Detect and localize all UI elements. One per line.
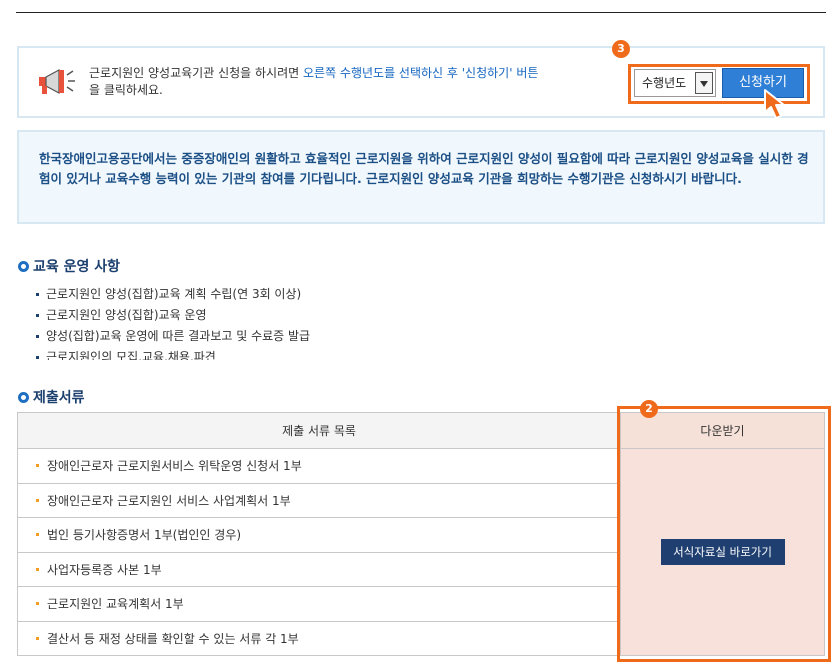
program-info-text: 한국장애인고용공단에서는 중증장애인의 원활하고 효율적인 근로지원을 위하여 … <box>39 151 809 186</box>
document-cell: 장애인근로자 근로지원서비스 위탁운영 신청서 1부 <box>17 448 621 484</box>
bullet-dot-icon <box>36 636 39 640</box>
list-item: 근로지원인 양성(집합)교육 계획 수립(연 3회 이상) <box>36 284 636 305</box>
bullet-dot-icon <box>36 602 39 606</box>
table-header-row: 제출 서류 목록 다운받기 <box>17 412 825 449</box>
program-info-box: 한국장애인고용공단에서는 중증장애인의 원활하고 효율적인 근로지원을 위하여 … <box>17 130 825 224</box>
year-select-value: 수행년도 <box>642 76 687 90</box>
ring-bullet-icon <box>18 261 29 272</box>
cursor-arrow-icon <box>764 89 785 119</box>
section-title-documents: 제출서류 <box>18 387 85 407</box>
list-item: 양성(집합)교육 운영에 따른 결과보고 및 수료증 발급 <box>36 326 636 347</box>
document-cell: 사업자등록증 사본 1부 <box>17 551 621 587</box>
bullet-dot-icon <box>36 533 39 537</box>
megaphone-icon <box>39 68 75 95</box>
column-header-list: 제출 서류 목록 <box>17 412 621 449</box>
document-name: 장애인근로자 근로지원인 서비스 사업계획서 1부 <box>47 493 291 508</box>
section-title-operation-text: 교육 운영 사항 <box>33 259 121 275</box>
document-cell: 근로지원인 교육계획서 1부 <box>17 586 621 622</box>
document-name: 결산서 등 재정 상태를 확인할 수 있는 서류 각 1부 <box>47 631 299 646</box>
document-name: 사업자등록증 사본 1부 <box>47 562 162 577</box>
notice-message: 근로지원인 양성교육기관 신청을 하시려면 오른쪽 수행년도를 선택하신 후 '… <box>89 65 549 99</box>
operation-list: 근로지원인 양성(집합)교육 계획 수립(연 3회 이상) 근로지원인 양성(집… <box>36 284 636 360</box>
column-header-download: 다운받기 <box>620 412 825 449</box>
list-item: 근로지원인 양성(집합)교육 운영 <box>36 305 636 326</box>
document-cell: 법인 등기사항증명서 1부(법인인 경우) <box>17 517 621 553</box>
document-cell: 장애인근로자 근로지원인 서비스 사업계획서 1부 <box>17 482 621 518</box>
document-name: 장애인근로자 근로지원서비스 위탁운영 신청서 1부 <box>47 459 302 474</box>
section-title-operation: 교육 운영 사항 <box>18 256 120 276</box>
list-item: 근로지원인의 모집,교육,채용,파견 <box>36 347 636 360</box>
section-title-documents-text: 제출서류 <box>33 390 85 406</box>
bullet-dot-icon <box>36 567 39 571</box>
step-marker-2: 2 <box>640 400 658 418</box>
step-marker-3: 3 <box>612 40 630 58</box>
bullet-dot-icon <box>36 498 39 502</box>
download-cell: 서식자료실 바로가기 <box>620 448 825 656</box>
notice-highlight: 오른쪽 수행년도를 선택하신 후 '신청하기' 버튼 <box>302 66 539 80</box>
notice-text-after: 을 클릭하세요. <box>89 83 163 97</box>
documents-table: 제출 서류 목록 다운받기 장애인근로자 근로지원서비스 위탁운영 신청서 1부… <box>17 412 825 656</box>
top-divider <box>16 12 826 13</box>
table-row: 장애인근로자 근로지원서비스 위탁운영 신청서 1부 서식자료실 바로가기 <box>17 448 825 656</box>
ring-bullet-icon <box>18 392 29 403</box>
dropdown-arrow-icon[interactable] <box>695 72 713 94</box>
document-cell: 결산서 등 재정 상태를 확인할 수 있는 서류 각 1부 <box>17 620 621 656</box>
year-select[interactable]: 수행년도 <box>634 69 716 97</box>
notice-text-before: 근로지원인 양성교육기관 신청을 하시려면 <box>89 66 303 80</box>
bullet-dot-icon <box>36 464 39 468</box>
document-name: 근로지원인 교육계획서 1부 <box>47 597 184 612</box>
document-name: 법인 등기사항증명서 1부(법인인 경우) <box>47 528 242 543</box>
forms-library-button[interactable]: 서식자료실 바로가기 <box>660 539 785 565</box>
